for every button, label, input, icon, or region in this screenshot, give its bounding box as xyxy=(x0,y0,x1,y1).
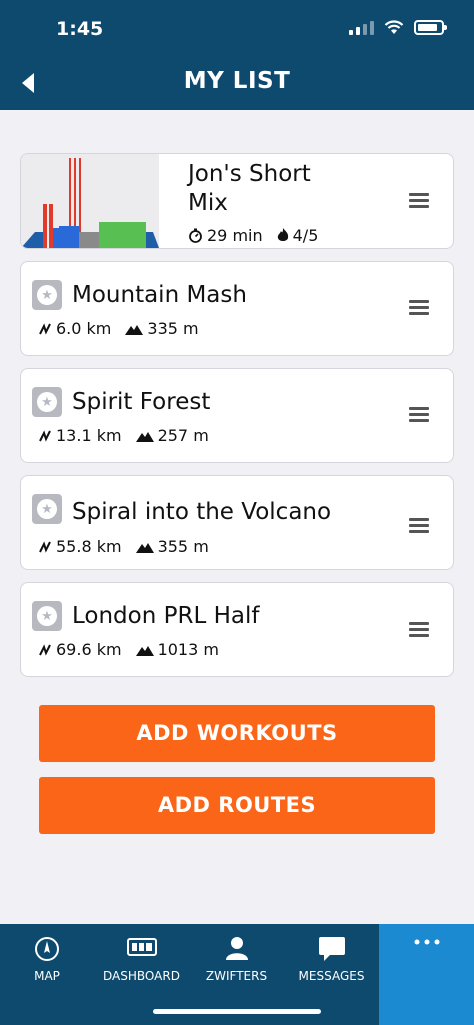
route-stats: 6.0 km 335 m xyxy=(38,319,213,338)
route-name: Mountain Mash xyxy=(72,282,247,308)
route-card[interactable]: ★ London PRL Half 69.6 km 1013 m xyxy=(20,582,454,677)
tab-more[interactable] xyxy=(379,924,474,1025)
route-badge-icon: ★ xyxy=(32,280,62,310)
add-workouts-button[interactable]: ADD WORKOUTS xyxy=(39,705,435,762)
status-icons xyxy=(349,20,447,35)
mountain-icon xyxy=(135,431,154,442)
route-elevation: 335 m xyxy=(147,319,199,338)
route-stats: 13.1 km 257 m xyxy=(38,426,223,445)
page-title: MY LIST xyxy=(183,68,291,94)
distance-icon xyxy=(39,429,51,442)
home-indicator xyxy=(153,1009,321,1014)
route-name: London PRL Half xyxy=(72,603,260,629)
route-elevation: 355 m xyxy=(157,537,209,556)
tab-label: ZWIFTERS xyxy=(205,969,268,983)
workout-duration-value: 29 min xyxy=(207,226,263,245)
distance-icon xyxy=(39,540,51,553)
add-routes-button[interactable]: ADD ROUTES xyxy=(39,777,435,834)
drag-handle-icon[interactable] xyxy=(409,297,429,318)
workout-title-line1: Jon's Short xyxy=(188,161,311,187)
route-stats: 55.8 km 355 m xyxy=(38,537,223,556)
person-icon xyxy=(225,937,248,960)
workout-thumbnail xyxy=(21,154,159,248)
dashboard-icon xyxy=(126,938,157,956)
workout-card[interactable]: Jon's Short Mix 29 min 4/5 xyxy=(20,153,454,249)
drag-handle-icon[interactable] xyxy=(409,515,429,536)
workout-difficulty: 4/5 xyxy=(277,226,319,245)
workout-difficulty-value: 4/5 xyxy=(292,226,319,245)
flame-icon xyxy=(277,228,288,241)
tab-map[interactable]: MAP xyxy=(0,924,94,1025)
distance-icon xyxy=(39,322,51,335)
route-card[interactable]: ★ Spirit Forest 13.1 km 257 m xyxy=(20,368,454,463)
workout-duration: 29 min xyxy=(188,226,263,245)
stopwatch-icon xyxy=(189,228,202,243)
route-elevation: 257 m xyxy=(157,426,209,445)
route-badge-icon: ★ xyxy=(32,494,62,524)
route-distance: 13.1 km xyxy=(56,426,122,445)
app-header: 1:45 MY LIST xyxy=(0,0,474,110)
distance-icon xyxy=(39,643,51,656)
route-badge-icon: ★ xyxy=(32,387,62,417)
route-distance: 69.6 km xyxy=(56,640,122,659)
mountain-icon xyxy=(125,324,144,335)
chat-bubble-icon xyxy=(318,937,345,961)
route-distance: 6.0 km xyxy=(56,319,112,338)
tab-label: MAP xyxy=(34,969,60,983)
route-card[interactable]: ★ Spiral into the Volcano 55.8 km 355 m xyxy=(20,475,454,570)
mountain-icon xyxy=(135,645,154,656)
workout-title: Jon's Short Mix xyxy=(188,160,311,218)
wifi-icon xyxy=(384,20,404,34)
tab-label: MESSAGES xyxy=(298,969,365,983)
tab-label: DASHBOARD xyxy=(103,969,180,983)
route-card[interactable]: ★ Mountain Mash 6.0 km 335 m xyxy=(20,261,454,356)
route-distance: 55.8 km xyxy=(56,537,122,556)
mountain-icon xyxy=(135,542,154,553)
route-name: Spiral into the Volcano xyxy=(72,499,332,525)
cellular-signal-icon xyxy=(349,20,374,35)
more-dots-icon xyxy=(414,939,439,945)
status-time: 1:45 xyxy=(56,18,104,40)
route-stats: 69.6 km 1013 m xyxy=(38,640,233,659)
workout-stats: 29 min 4/5 xyxy=(188,226,332,245)
battery-icon xyxy=(414,20,447,35)
drag-handle-icon[interactable] xyxy=(409,190,429,211)
route-name: Spirit Forest xyxy=(72,389,211,415)
drag-handle-icon[interactable] xyxy=(409,619,429,640)
drag-handle-icon[interactable] xyxy=(409,404,429,425)
workout-profile-graphic xyxy=(21,154,159,248)
route-badge-icon: ★ xyxy=(32,601,62,631)
workout-title-line2: Mix xyxy=(188,190,228,216)
route-elevation: 1013 m xyxy=(157,640,219,659)
compass-icon xyxy=(35,937,59,961)
